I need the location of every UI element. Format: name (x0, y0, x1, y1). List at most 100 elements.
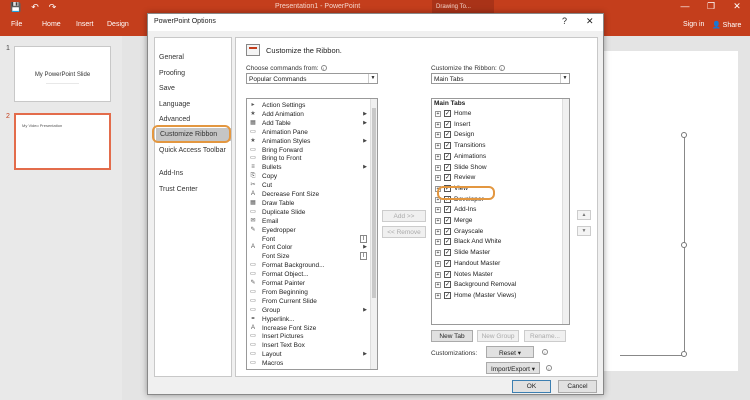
nav-advanced[interactable]: Advanced (159, 116, 190, 123)
ribbon-tab-item[interactable]: + ✓ Animations (432, 152, 569, 162)
contextual-tab-label[interactable]: Drawing To... (432, 0, 494, 14)
nav-add-ins[interactable]: Add-Ins (159, 170, 183, 177)
command-item[interactable]: ✎ Format Painter (247, 279, 377, 288)
slide-editing-area[interactable] (598, 51, 738, 371)
command-item[interactable]: A Font Color ▶ (247, 243, 377, 252)
expand-icon[interactable]: + (435, 132, 441, 139)
tab-checkbox[interactable]: ✓ (444, 206, 451, 214)
resize-handle[interactable] (681, 132, 687, 138)
scrollbar-thumb[interactable] (372, 108, 376, 298)
command-item[interactable]: ▭ Duplicate Slide (247, 208, 377, 217)
move-down-button[interactable]: ▼ (577, 226, 591, 236)
nav-quick-access-toolbar[interactable]: Quick Access Toolbar (159, 147, 226, 154)
dialog-close-button[interactable]: ✕ (586, 16, 594, 27)
ribbon-tab-item[interactable]: + ✓ Slide Master (432, 248, 569, 258)
command-item[interactable]: ⎘ Copy (247, 172, 377, 181)
command-item[interactable]: A Increase Font Size (247, 324, 377, 333)
tab-checkbox[interactable]: ✓ (444, 270, 451, 278)
nav-trust-center[interactable]: Trust Center (159, 186, 198, 193)
tab-checkbox[interactable]: ✓ (444, 281, 451, 289)
slide-thumbnail-2[interactable]: My Video Presentation (14, 113, 111, 170)
tree-scrollbar[interactable] (562, 99, 569, 324)
tab-home[interactable]: Home (42, 21, 61, 28)
rename-button[interactable]: Rename... (524, 330, 566, 342)
ribbon-tab-item[interactable]: + ✓ Notes Master (432, 270, 569, 280)
customize-ribbon-dropdown[interactable]: Main Tabs ▼ (431, 73, 570, 84)
ribbon-tab-item[interactable]: + ✓ Black And White (432, 237, 569, 247)
expand-icon[interactable]: + (435, 121, 441, 128)
tab-checkbox[interactable]: ✓ (444, 217, 451, 224)
command-item[interactable]: A Decrease Font Size (247, 190, 377, 199)
tab-checkbox[interactable]: ✓ (444, 163, 451, 171)
cancel-button[interactable]: Cancel (558, 380, 597, 393)
expand-icon[interactable]: + (435, 228, 441, 235)
commands-scrollbar[interactable] (370, 99, 377, 369)
tab-checkbox[interactable]: ✓ (444, 227, 451, 235)
nav-general[interactable]: General (159, 54, 184, 61)
expand-icon[interactable]: + (435, 164, 441, 171)
maximize-button[interactable]: ❐ (698, 0, 724, 14)
expand-icon[interactable]: + (435, 292, 441, 299)
command-item[interactable]: ≡ Bullets ▶ (247, 163, 377, 172)
tab-checkbox[interactable]: ✓ (444, 120, 451, 128)
reset-button[interactable]: Reset ▾ (486, 346, 534, 358)
command-item[interactable]: ✉ Email (247, 217, 377, 226)
command-item[interactable]: ✎ Eyedropper (247, 226, 377, 235)
quick-access-toolbar[interactable]: 💾↶↷ (10, 2, 66, 13)
expand-icon[interactable]: + (435, 239, 441, 246)
minimize-button[interactable]: — (672, 0, 698, 14)
tab-checkbox[interactable]: ✓ (444, 142, 451, 150)
command-item[interactable]: ▦ Add Table ▶ (247, 119, 377, 128)
tab-file[interactable]: File (11, 21, 22, 28)
command-item[interactable]: ▭ From Beginning (247, 288, 377, 297)
new-tab-button[interactable]: New Tab (431, 330, 473, 342)
command-item[interactable]: Font Size I (247, 252, 377, 261)
resize-handle[interactable] (681, 351, 687, 357)
command-item[interactable]: ▭ Group ▶ (247, 306, 377, 315)
help-button[interactable]: ? (562, 16, 567, 26)
import-export-button[interactable]: Import/Export ▾ (486, 362, 540, 374)
command-item[interactable]: ▭ Format Object... (247, 270, 377, 279)
share-button[interactable]: 👤 Share (708, 18, 748, 32)
tab-checkbox[interactable]: ✓ (444, 291, 451, 299)
expand-icon[interactable]: + (435, 271, 441, 278)
expand-icon[interactable]: + (435, 143, 441, 150)
command-item[interactable]: ▭ Format Background... (247, 261, 377, 270)
command-item[interactable]: ✂ Cut (247, 181, 377, 190)
command-item[interactable]: ▭ Layout ▶ (247, 350, 377, 359)
ribbon-tab-item[interactable]: + ✓ Add-Ins (432, 205, 569, 215)
ribbon-tab-item[interactable]: + ✓ Home (Master Views) (432, 291, 569, 301)
command-item[interactable]: ▭ Animation Pane (247, 128, 377, 137)
expand-icon[interactable]: + (435, 175, 441, 182)
ribbon-tab-item[interactable]: + ✓ Merge (432, 216, 569, 226)
expand-icon[interactable]: + (435, 111, 441, 117)
nav-proofing[interactable]: Proofing (159, 70, 185, 77)
ok-button[interactable]: OK (512, 380, 551, 393)
ribbon-tab-item[interactable]: + ✓ Insert (432, 120, 569, 130)
expand-icon[interactable]: + (435, 260, 441, 267)
tab-checkbox[interactable]: ✓ (444, 152, 451, 160)
command-item[interactable]: ▸ Action Settings (247, 101, 377, 110)
ribbon-tab-item[interactable]: + ✓ Design (432, 130, 569, 140)
ribbon-tab-item[interactable]: + ✓ Background Removal (432, 280, 569, 290)
tab-checkbox[interactable]: ✓ (444, 249, 451, 257)
tab-design[interactable]: Design (107, 21, 129, 28)
command-item[interactable]: ▭ Insert Text Box (247, 341, 377, 350)
expand-icon[interactable]: + (435, 218, 441, 224)
expand-icon[interactable]: + (435, 153, 441, 160)
command-item[interactable]: ⚭ Hyperlink... (247, 315, 377, 324)
expand-icon[interactable]: + (435, 250, 441, 257)
ribbon-tab-item[interactable]: + ✓ Home (432, 109, 569, 119)
command-item[interactable]: Font I (247, 234, 377, 244)
sign-in-link[interactable]: Sign in (683, 21, 704, 28)
tab-checkbox[interactable]: ✓ (444, 110, 451, 117)
nav-save[interactable]: Save (159, 85, 175, 92)
command-item[interactable]: ▭ Insert Pictures (247, 332, 377, 341)
remove-button[interactable]: << Remove (382, 226, 426, 238)
commands-list[interactable]: ▸ Action Settings ★ Add Animation ▶ ▦ Add Tabl… (246, 98, 378, 370)
tab-checkbox[interactable]: ✓ (444, 174, 451, 182)
slide-thumbnail-1[interactable]: My PowerPoint Slide ——————————— (14, 46, 111, 102)
command-item[interactable]: ★ Add Animation ▶ (247, 110, 377, 119)
tab-checkbox[interactable]: ✓ (444, 259, 451, 267)
move-up-button[interactable]: ▲ (577, 210, 591, 220)
